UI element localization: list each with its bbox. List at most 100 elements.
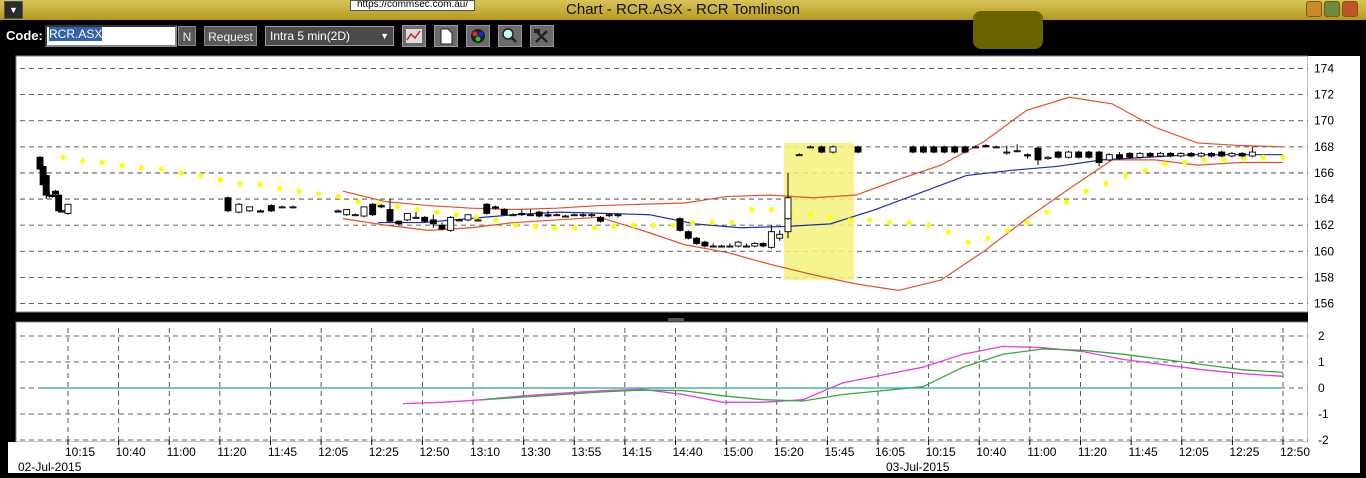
candle: [535, 210, 543, 218]
interval-select-value: Intra 5 min(2D): [270, 29, 351, 43]
candle-body: [930, 146, 938, 153]
sar-dot: [1063, 199, 1070, 205]
candle-body: [1187, 152, 1195, 157]
candle-body: [429, 219, 437, 225]
time-tick-label: 10:40: [976, 445, 1006, 459]
candle-body: [961, 146, 969, 153]
price-tick-label: 166: [1314, 166, 1334, 180]
sar-dot: [355, 199, 361, 205]
time-tick-label: 10:15: [926, 445, 956, 459]
chart-svg: 156 158 160 162 164 166 168 170 172 174 -2 -1 0 1 2 10:…: [8, 55, 1360, 474]
candle-body: [1228, 152, 1236, 157]
code-input-value: RCR.ASX: [49, 27, 103, 41]
color-button[interactable]: [466, 25, 490, 47]
candle-body: [726, 245, 734, 248]
sar-dot: [1260, 154, 1266, 160]
time-tick-label: 10:15: [65, 445, 95, 459]
candle-body: [597, 216, 604, 222]
candle-body: [360, 206, 368, 217]
price-tick-label: 164: [1314, 192, 1334, 206]
candle: [1075, 150, 1083, 159]
time-tick-label: 13:30: [521, 445, 551, 459]
zoom-button[interactable]: [498, 25, 522, 47]
candle-body: [267, 205, 275, 212]
candle-body: [553, 214, 561, 217]
candle-body: [343, 209, 351, 216]
candle-body: [1218, 151, 1226, 157]
candle-body: [1197, 152, 1205, 157]
candle: [369, 202, 377, 217]
maximize-button[interactable]: [1324, 1, 1340, 17]
sar-dot: [591, 225, 597, 231]
chevron-down-icon: ▼: [380, 31, 389, 41]
sar-dot: [945, 229, 952, 235]
highlight-blob: [973, 11, 1043, 49]
sar-dot: [670, 222, 676, 228]
candle-body: [829, 146, 837, 153]
sar-dot: [808, 212, 814, 218]
candle-body: [483, 203, 491, 214]
time-tick-label: 11:00: [167, 445, 196, 459]
candle-body: [464, 214, 472, 221]
candle: [701, 240, 709, 248]
sar-dot: [1280, 154, 1286, 160]
candle-body: [854, 146, 862, 153]
candle: [919, 145, 927, 154]
candle-body: [1167, 152, 1175, 157]
chart-area: 156 158 160 162 164 166 168 170 172 174 -2 -1 0 1 2 10:…: [8, 52, 1360, 474]
sar-dot: [453, 212, 460, 218]
sar-dot: [316, 191, 322, 197]
time-tick-label: 14:15: [622, 445, 652, 459]
candle-body: [64, 203, 72, 214]
candle-body: [701, 241, 709, 247]
candle-body: [509, 214, 517, 217]
magnifier-icon: [502, 28, 517, 43]
sar-dot: [847, 217, 853, 223]
candle: [951, 145, 959, 154]
candle: [1054, 150, 1062, 159]
sar-dot: [80, 158, 86, 164]
candle: [961, 145, 969, 154]
candle-body: [1126, 152, 1134, 158]
candle: [343, 209, 351, 217]
tools-button[interactable]: [530, 25, 554, 47]
candle-body: [1044, 156, 1052, 160]
n-button[interactable]: N: [178, 26, 196, 46]
candle-body: [447, 216, 455, 231]
candle-body: [1136, 152, 1144, 158]
palette-icon: [471, 29, 485, 43]
candle-body: [235, 203, 243, 213]
candle-body: [278, 206, 286, 209]
candle: [940, 145, 948, 154]
code-input[interactable]: RCR.ASX: [45, 25, 177, 47]
time-tick-label: 14:40: [672, 445, 702, 459]
interval-select[interactable]: Intra 5 min(2D) ▼: [265, 26, 394, 46]
document-button[interactable]: [434, 25, 458, 47]
candle-body: [1003, 151, 1011, 154]
sar-dot: [1044, 209, 1050, 215]
candle-body: [351, 214, 359, 217]
time-tick-label: 15:00: [723, 445, 753, 459]
candle-body: [1024, 154, 1032, 157]
candle-body: [743, 245, 750, 248]
candle: [64, 203, 72, 215]
minimize-button[interactable]: [1306, 1, 1322, 17]
candle-body: [377, 205, 385, 208]
window-titlebar: ▼ Chart - RCR.ASX - RCR Tomlinson https:…: [0, 0, 1366, 20]
candle-body: [1034, 147, 1042, 161]
time-tick-label: 12:05: [318, 445, 348, 459]
sar-dot: [886, 219, 893, 226]
candle-body: [570, 214, 578, 217]
request-button[interactable]: Request: [204, 26, 257, 46]
candle: [360, 206, 368, 218]
splitter-grip-icon: [668, 318, 684, 321]
candle-body: [52, 190, 60, 195]
candle-body: [734, 241, 742, 247]
sar-dot: [493, 217, 499, 223]
time-tick-label: 15:20: [774, 445, 804, 459]
time-tick-label: 12:25: [1229, 445, 1259, 459]
candle: [684, 230, 692, 240]
candle-body: [614, 214, 622, 217]
chart-style-button[interactable]: [402, 25, 426, 47]
close-button[interactable]: [1342, 1, 1358, 17]
